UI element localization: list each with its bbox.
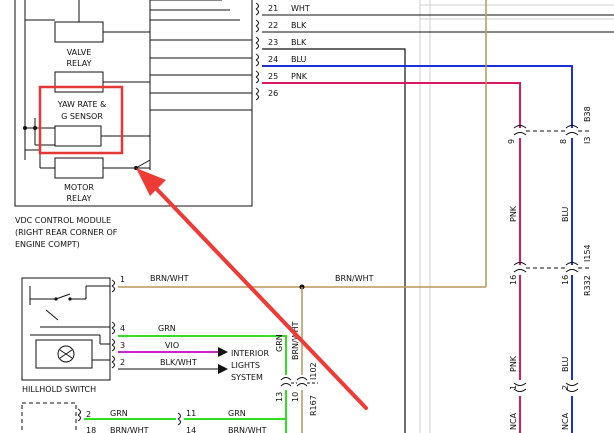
module-caption: VDC CONTROL MODULE: [15, 216, 111, 225]
connector-ref: R167: [309, 395, 318, 416]
pin-wire-color: WHT: [291, 4, 310, 13]
valve-relay-label: VALVE: [67, 48, 92, 57]
vdc-control-module: VALVE RELAY YAW RATE & G SENSOR MOTOR RE…: [14, 0, 253, 249]
switch-pin: 1: [120, 275, 125, 284]
junction-dot: [33, 126, 37, 130]
motor-relay-symbol: [54, 157, 104, 179]
wire-color-label: BRN/WHT: [335, 274, 374, 283]
wire-color-label: BRN/WHT: [150, 274, 189, 283]
module-caption: ENGINE COMPT): [15, 240, 80, 249]
pin-wire-color: BLK: [291, 21, 307, 30]
bottom-rows: 2 GRN 11 GRN 18 BRN/WHT 14 BRN/WHT: [21, 402, 286, 433]
switch-pin: 4: [120, 324, 125, 333]
pin-wire-color: BLU: [291, 55, 307, 64]
interior-lights-label: SYSTEM: [231, 373, 263, 382]
wire-color-label: PNK: [509, 355, 518, 372]
wire-color-label: VIO: [165, 341, 179, 350]
wire-color-label: BRN/WHT: [228, 426, 267, 433]
hillhold-switch: HILLHOLD SWITCH 1 4 3 2: [21, 275, 125, 394]
pin-number: 21: [268, 4, 278, 13]
yaw-sensor-symbol: [54, 125, 102, 147]
pin-number: 22: [268, 21, 278, 30]
connector-pin: 16: [561, 275, 570, 285]
yaw-sensor-label: YAW RATE &: [57, 100, 107, 109]
connector-ref: I102: [309, 362, 318, 380]
connector-pin: 9: [507, 139, 516, 144]
interior-lights-label: INTERIOR: [231, 349, 270, 358]
motor-relay-label: RELAY: [67, 194, 92, 203]
pink-blue-wires: PNK BLU 16 16 I154 R332 PNK BLU 1 2 NCA …: [509, 138, 592, 433]
yaw-sensor-label: G SENSOR: [61, 112, 103, 121]
relay-symbol: [54, 71, 104, 93]
pin-number: 23: [268, 38, 278, 47]
connector-ref: B38: [583, 106, 592, 122]
module-caption: (RIGHT REAR CORNER OF: [15, 228, 118, 237]
vertical-connector: 13 10 R167 I102: [275, 362, 318, 433]
row-pin: 14: [186, 426, 196, 433]
wire-color-label: GRN: [275, 334, 284, 352]
pin-wire-color: PNK: [291, 72, 308, 81]
row-pin: 11: [186, 409, 196, 418]
row-pin: 18: [86, 426, 96, 433]
pin-wire-color: BLK: [291, 38, 307, 47]
valve-relay-label: RELAY: [67, 59, 92, 68]
connector-pin: 13: [275, 392, 284, 402]
hillhold-wires: BRN/WHT BRN/WHT BRN/WHT GRN GRN VIO BLK/…: [118, 274, 486, 382]
wiring-diagram: VALVE RELAY YAW RATE & G SENSOR MOTOR RE…: [14, 0, 614, 433]
connector-pin: 2: [561, 385, 570, 390]
junction-dot: [23, 126, 27, 130]
wire-color-label: GRN: [158, 324, 176, 333]
wire-color-label: BLU: [561, 206, 570, 222]
wire-color-label: BRN/WHT: [110, 426, 149, 433]
wire-color-label: GRN: [110, 409, 128, 418]
switch-pin: 2: [120, 358, 125, 367]
connector-ref: I3: [583, 137, 592, 144]
row-pin: 2: [86, 410, 91, 419]
connector-pin: 8: [559, 139, 568, 144]
module-pin-connectors: 21 WHT 22 BLK 23 BLK 24 BLU 25 PNK 26: [255, 2, 310, 101]
valve-relay-symbol: [54, 21, 104, 43]
connector-ref: NCA: [509, 412, 518, 430]
pin-number: 26: [268, 89, 278, 98]
wire-color-label: GRN: [228, 409, 246, 418]
connector-ref: NCA: [561, 412, 570, 430]
connector-ref: R332: [583, 275, 592, 296]
connector-pin: 16: [509, 275, 518, 285]
wire-color-label: PNK: [509, 205, 518, 222]
interior-lights-label: LIGHTS: [231, 361, 260, 370]
connector-pin: 10: [291, 392, 300, 402]
wire-color-label: BRN/WHT: [291, 321, 300, 360]
connector-pin: 1: [509, 385, 518, 390]
connector-ref: I154: [583, 244, 592, 262]
hillhold-title: HILLHOLD SWITCH: [22, 385, 96, 394]
switch-pin: 3: [120, 341, 125, 350]
pin-number: 24: [268, 55, 278, 64]
motor-relay-label: MOTOR: [64, 183, 94, 192]
pin-number: 25: [268, 72, 278, 81]
wire-color-label: BLK/WHT: [160, 358, 197, 367]
wire-color-label: BLU: [561, 356, 570, 372]
